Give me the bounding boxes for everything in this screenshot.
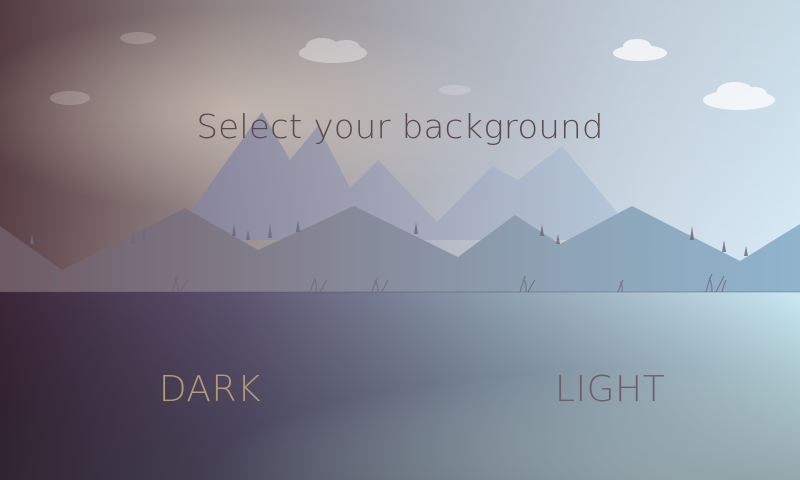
background-selector-screen: Select your background DARK LIGHT xyxy=(0,0,800,480)
dark-background-button[interactable]: DARK xyxy=(130,362,290,418)
page-title: Select your background xyxy=(196,107,604,147)
light-background-button[interactable]: LIGHT xyxy=(530,362,690,418)
